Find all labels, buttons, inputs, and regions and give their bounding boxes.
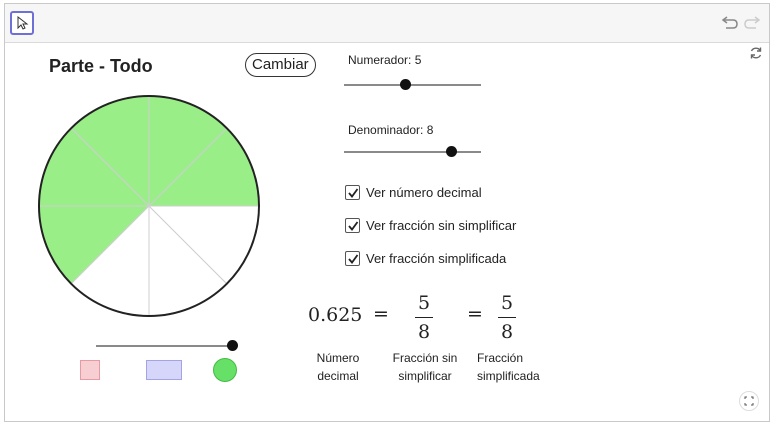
fullscreen-button[interactable]	[739, 391, 759, 411]
shape-option-square[interactable]	[80, 360, 100, 380]
shape-option-rectangle[interactable]	[146, 360, 182, 380]
checkbox-ver-sin-simplificar-box[interactable]	[345, 218, 360, 233]
caption-simplified-line2: simplificada	[477, 369, 540, 383]
simplified-denominator: 8	[500, 321, 514, 343]
refresh-icon[interactable]	[749, 46, 763, 60]
caption-decimal: Número decimal	[308, 349, 368, 385]
checkbox-ver-decimal[interactable]: Ver número decimal	[345, 185, 482, 200]
applet-frame: Parte - Todo Cambiar Numerador: 5 Denomi…	[4, 3, 770, 422]
numerador-slider[interactable]	[344, 79, 481, 91]
toolbar	[5, 4, 769, 43]
cursor-icon	[17, 16, 29, 30]
shape-slider-knob[interactable]	[227, 340, 238, 351]
denominador-slider[interactable]	[344, 146, 481, 158]
caption-simplified: Fracción simplificada	[477, 349, 557, 385]
caption-simplified-line1: Fracción	[477, 351, 524, 365]
unsimplified-denominator: 8	[417, 321, 431, 343]
caption-decimal-line1: Número	[316, 351, 360, 365]
move-tool-button[interactable]	[10, 11, 34, 35]
fraction-bar	[415, 317, 433, 318]
unsimplified-numerator: 5	[417, 292, 431, 314]
checkbox-ver-sin-simplificar[interactable]: Ver fracción sin simplificar	[345, 218, 516, 233]
checkmark-icon	[347, 187, 358, 198]
caption-unsimplified-line1: Fracción sin	[392, 351, 458, 365]
simplified-numerator: 5	[500, 292, 514, 314]
checkbox-ver-sin-simplificar-label: Ver fracción sin simplificar	[366, 218, 517, 233]
checkmark-icon	[347, 220, 358, 231]
redo-icon[interactable]	[743, 14, 761, 30]
checkmark-icon	[347, 253, 358, 264]
equals-sign-2: =	[467, 303, 483, 325]
fullscreen-icon	[744, 396, 754, 406]
caption-unsimplified: Fracción sin simplificar	[385, 349, 465, 385]
caption-unsimplified-line2: simplificar	[398, 369, 452, 383]
checkbox-ver-simplificada-label: Ver fracción simplificada	[366, 251, 507, 266]
fraction-bar	[498, 317, 516, 318]
cambiar-button[interactable]: Cambiar	[245, 53, 316, 77]
simplified-fraction: 5 8	[495, 292, 519, 343]
caption-decimal-line2: decimal	[317, 369, 359, 383]
checkbox-ver-simplificada[interactable]: Ver fracción simplificada	[345, 251, 506, 266]
checkbox-ver-decimal-label: Ver número decimal	[366, 185, 482, 200]
undo-icon[interactable]	[721, 14, 739, 30]
shape-option-circle[interactable]	[213, 358, 237, 382]
checkbox-ver-decimal-box[interactable]	[345, 185, 360, 200]
denominador-label: Denominador: 8	[348, 123, 434, 137]
unsimplified-fraction: 5 8	[412, 292, 436, 343]
page-title: Parte - Todo	[49, 56, 153, 76]
numerador-label: Numerador: 5	[348, 53, 422, 67]
denominador-slider-knob[interactable]	[445, 146, 457, 157]
fraction-pie	[38, 95, 260, 317]
numerador-slider-knob[interactable]	[399, 79, 411, 90]
shape-slider[interactable]	[96, 340, 238, 352]
equals-sign-1: =	[373, 303, 389, 325]
checkbox-ver-simplificada-box[interactable]	[345, 251, 360, 266]
decimal-value: 0.625	[308, 304, 363, 326]
